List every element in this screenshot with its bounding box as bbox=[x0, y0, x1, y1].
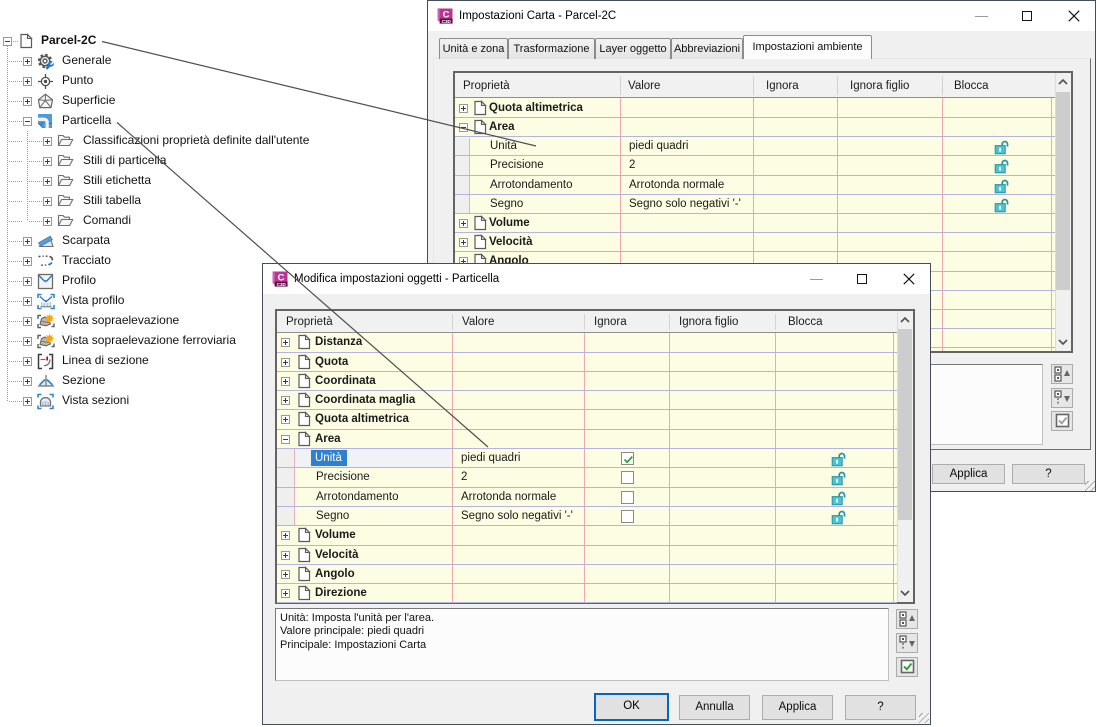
svg-text:C: C bbox=[443, 8, 450, 19]
svg-text:C3D: C3D bbox=[442, 19, 452, 24]
svg-text:C: C bbox=[278, 271, 285, 282]
svg-text:C3D: C3D bbox=[277, 282, 287, 287]
